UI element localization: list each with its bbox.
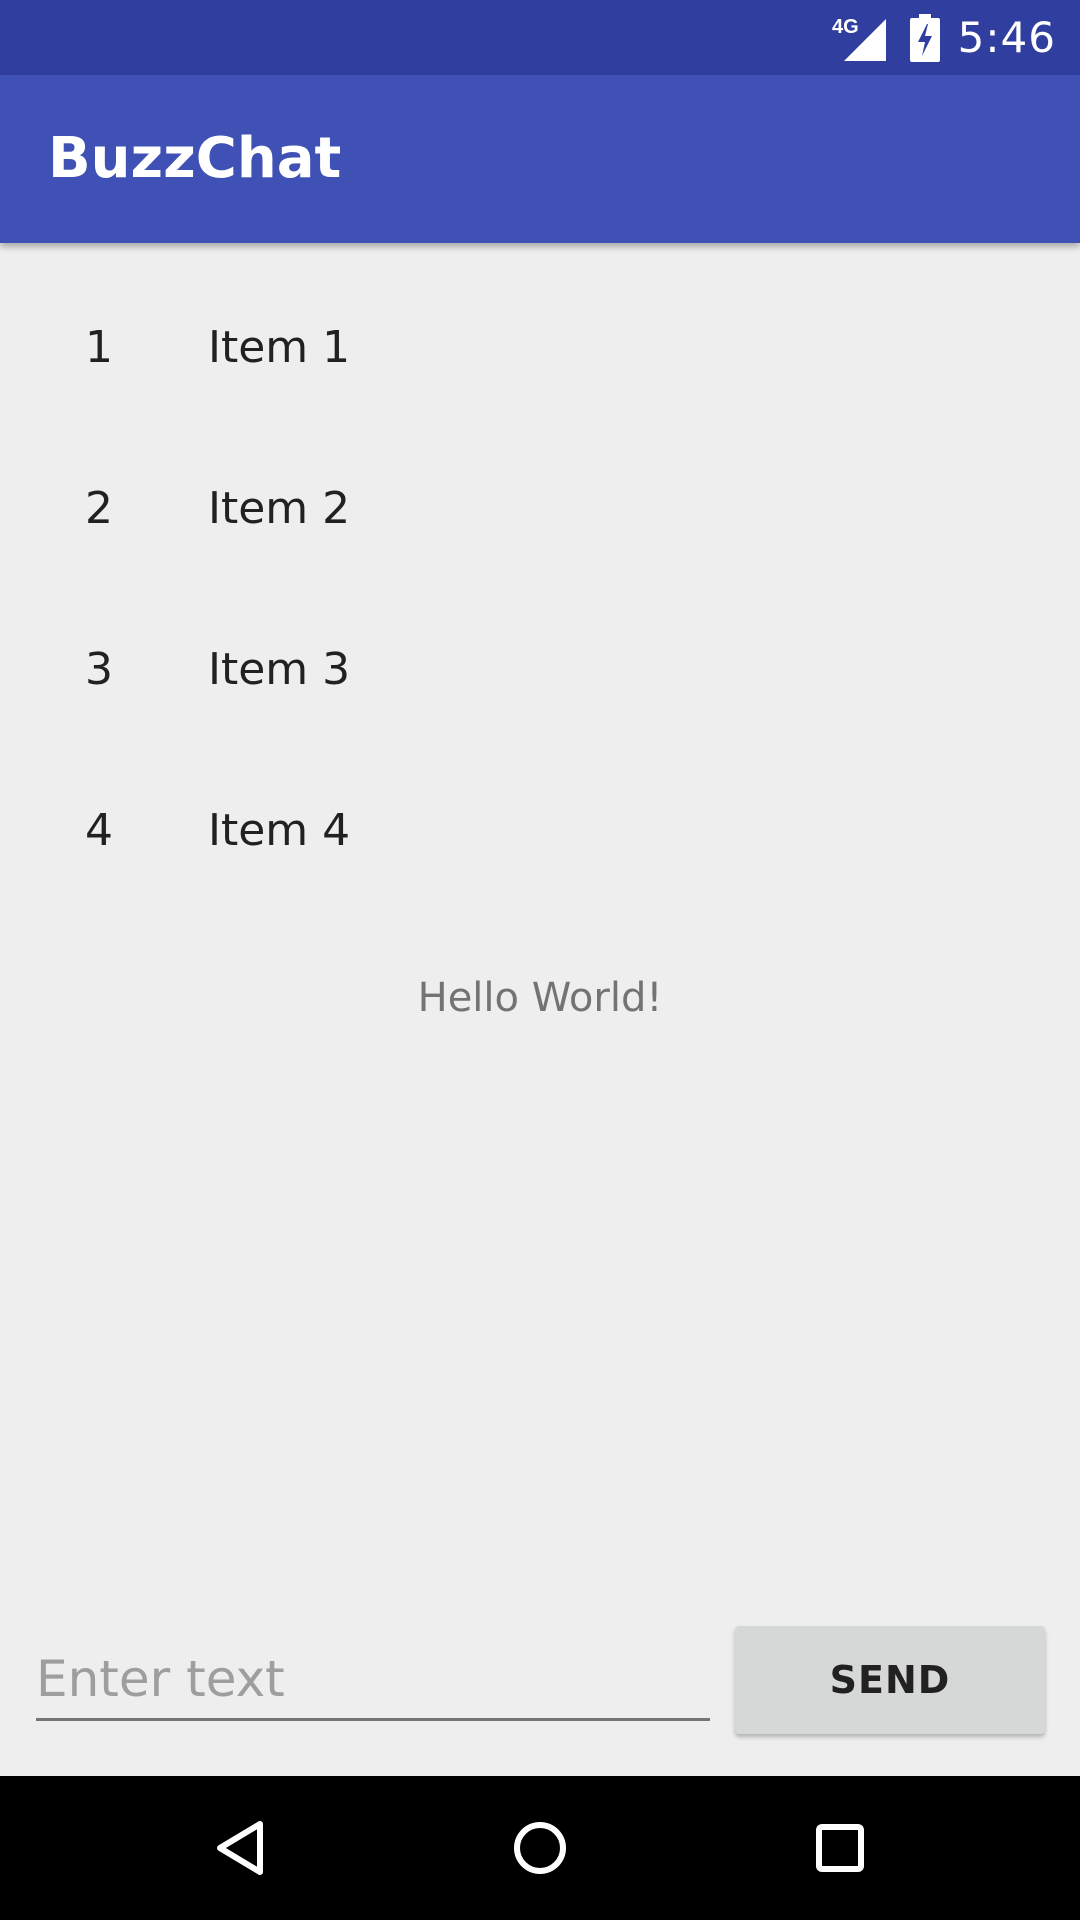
- message-input[interactable]: [36, 1640, 710, 1721]
- signal-icon: 4G: [832, 16, 886, 61]
- item-list: 1 Item 1 2 Item 2 3 Item 3 4 Item 4: [0, 267, 1080, 911]
- item-label: Item 4: [208, 805, 351, 856]
- hello-text: Hello World!: [417, 975, 663, 1021]
- network-type: 4G: [832, 16, 859, 38]
- back-button[interactable]: [190, 1798, 290, 1898]
- item-number: 4: [85, 805, 113, 856]
- status-time: 5:46: [957, 13, 1056, 62]
- item-label: Item 1: [208, 322, 351, 373]
- list-item[interactable]: 2 Item 2: [0, 428, 1080, 589]
- status-icons: 4G 5:46: [832, 0, 1056, 75]
- item-label: Item 2: [208, 483, 351, 534]
- recents-button[interactable]: [790, 1798, 890, 1898]
- status-bar: 4G 5:46: [0, 0, 1080, 75]
- list-item[interactable]: 3 Item 3: [0, 589, 1080, 750]
- app-title: BuzzChat: [48, 126, 342, 191]
- home-button[interactable]: [490, 1798, 590, 1898]
- app-bar: BuzzChat: [0, 75, 1080, 243]
- back-icon: [217, 1821, 263, 1875]
- item-number: 1: [85, 322, 113, 373]
- home-icon: [514, 1822, 566, 1874]
- recents-icon: [816, 1824, 864, 1872]
- list-item[interactable]: 4 Item 4: [0, 750, 1080, 911]
- list-item[interactable]: 1 Item 1: [0, 267, 1080, 428]
- item-number: 2: [85, 483, 113, 534]
- navigation-bar: [0, 1776, 1080, 1920]
- battery-charging-icon: [909, 13, 940, 62]
- send-button[interactable]: SEND: [735, 1626, 1045, 1734]
- item-number: 3: [85, 644, 113, 695]
- item-label: Item 3: [208, 644, 351, 695]
- screen: 4G 5:46 BuzzChat 1 Item 1 2 Item 2 3 Ite…: [0, 0, 1080, 1920]
